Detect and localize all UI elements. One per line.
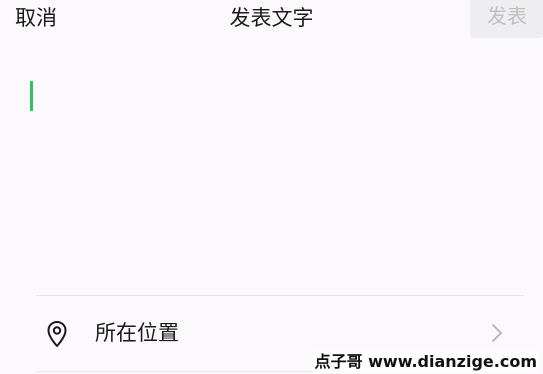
chevron-right-icon bbox=[492, 324, 502, 342]
page-title: 发表文字 bbox=[229, 6, 314, 30]
compose-text-page: 取消 发表文字 发表 所在位置 点子哥 www.dianzige.com bbox=[0, 0, 543, 374]
text-input-area[interactable] bbox=[18, 70, 523, 280]
location-pin-icon bbox=[47, 321, 67, 347]
divider bbox=[36, 295, 524, 296]
location-label: 所在位置 bbox=[95, 321, 179, 345]
publish-button[interactable]: 发表 bbox=[470, 0, 543, 38]
text-cursor bbox=[30, 81, 33, 111]
watermark-text: 点子哥 www.dianzige.com bbox=[312, 351, 539, 373]
